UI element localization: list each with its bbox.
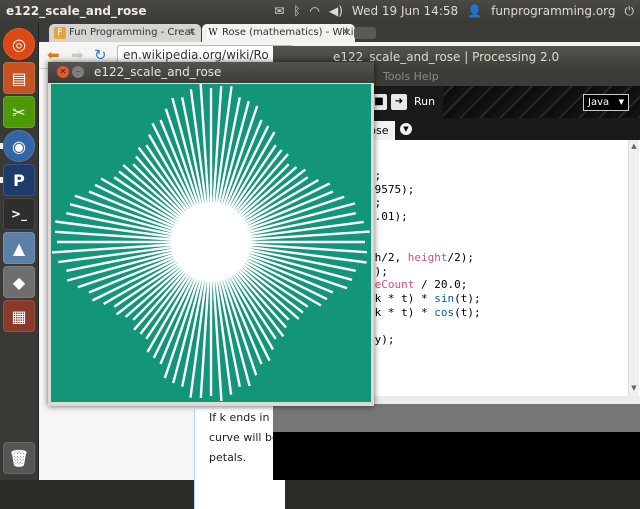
close-icon[interactable]: ✕	[188, 24, 196, 42]
rose-core	[171, 202, 251, 282]
running-indicator	[0, 143, 3, 149]
rose-drawing	[52, 83, 370, 401]
sketch-canvas[interactable]	[51, 83, 371, 402]
scroll-down-icon[interactable]: ▼	[630, 384, 638, 392]
tab-label: Rose (mathematics) - Wiki	[222, 27, 354, 38]
wifi-icon[interactable]: ◠	[310, 4, 320, 18]
clock[interactable]: Wed 19 Jun 14:58	[352, 4, 458, 18]
run-label: Run	[414, 95, 436, 108]
bluetooth-icon[interactable]: ᛒ	[293, 4, 300, 18]
sketch-window: ✕ – e122_scale_and_rose	[48, 62, 374, 406]
top-panel: e122_scale_and_rose ✉ ᛒ ◠ ◀) Wed 19 Jun …	[0, 0, 640, 22]
close-icon[interactable]: ✕	[342, 24, 350, 42]
article-line: curve will be	[209, 431, 279, 444]
article-line: petals.	[209, 451, 247, 464]
files-icon[interactable]: ▤	[3, 62, 35, 94]
ide-menu[interactable]: Tools Help	[383, 70, 439, 83]
new-tab-button[interactable]	[354, 27, 376, 39]
console-output[interactable]	[273, 432, 640, 480]
trash-icon[interactable]: 🗑	[3, 442, 35, 474]
processing-icon[interactable]: P	[3, 164, 35, 196]
ubuntu-dash-icon[interactable]: ◎	[3, 28, 35, 60]
tab-menu-icon[interactable]: ▼	[400, 123, 412, 135]
code-line: th/2, height/2);	[368, 251, 474, 264]
terminal-icon[interactable]: >_	[3, 198, 35, 230]
code-line: (k * t) * sin(t);	[368, 292, 481, 305]
favicon-icon: F	[54, 27, 66, 39]
tab-rose-wikipedia[interactable]: W Rose (mathematics) - Wiki ✕	[202, 24, 355, 42]
code-line: (k * t) * cos(t);	[368, 306, 481, 319]
active-window-title: e122_scale_and_rose	[6, 4, 147, 18]
export-icon[interactable]: ➜	[391, 94, 407, 110]
minimize-icon[interactable]: –	[72, 66, 84, 78]
close-icon[interactable]: ✕	[57, 66, 69, 78]
sketch-title: e122_scale_and_rose	[94, 65, 222, 79]
sketch-app-icon[interactable]: ◆	[3, 266, 35, 298]
workspace-switcher-icon[interactable]: ▦	[3, 300, 35, 332]
mode-select[interactable]: Java ▼	[583, 94, 629, 111]
chrome-icon[interactable]: ◉	[3, 130, 35, 162]
chevron-down-icon: ▼	[618, 98, 624, 106]
mode-value: Java	[588, 97, 610, 108]
sketch-titlebar[interactable]: ✕ – e122_scale_and_rose	[48, 62, 374, 83]
editor-scrollbar[interactable]: ▲ ▼	[628, 140, 639, 396]
browser-tabstrip: F Fun Programming - Creat ✕ W Rose (math…	[39, 22, 640, 42]
user-icon[interactable]: 👤	[467, 4, 482, 18]
mail-icon[interactable]: ✉	[274, 4, 284, 18]
wiki-article: If k ends in 1 curve will be petals.	[194, 409, 285, 509]
system-tray: ✉ ᛒ ◠ ◀) Wed 19 Jun 14:58 👤 funprogrammi…	[274, 4, 640, 19]
tab-fun-programming[interactable]: F Fun Programming - Creat ✕	[49, 24, 201, 42]
user-name[interactable]: funprogramming.org	[491, 4, 615, 18]
code-line: 29575);	[368, 183, 415, 196]
launcher: ◎ ▤ ✂ ◉ P >_ ▲ ◆ ▦ 🗑	[0, 22, 39, 480]
tab-label: Fun Programming - Creat	[69, 27, 195, 38]
power-icon[interactable]: ⏻	[625, 4, 635, 19]
console-header	[273, 404, 640, 432]
favicon-icon: W	[207, 27, 219, 39]
code-line: meCount / 20.0;	[368, 278, 468, 291]
volume-icon[interactable]: ◀)	[329, 4, 343, 18]
settings-icon[interactable]: ✂	[3, 96, 35, 128]
image-viewer-icon[interactable]: ▲	[3, 232, 35, 264]
article-line: If k ends in 1	[209, 411, 280, 424]
scroll-up-icon[interactable]: ▲	[630, 142, 638, 150]
running-indicator	[0, 177, 3, 183]
